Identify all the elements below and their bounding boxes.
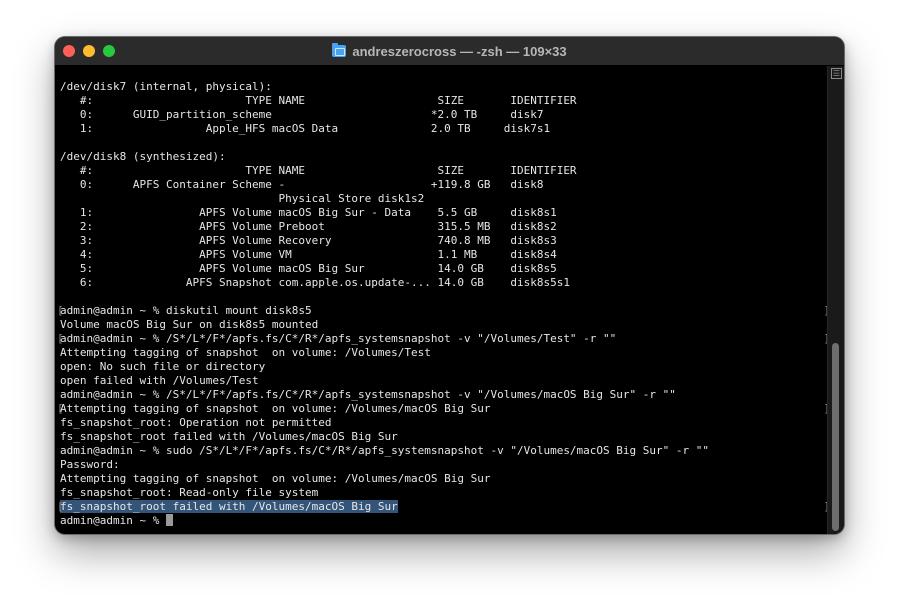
terminal-line: Volume macOS Big Sur on disk8s5 mounted [60, 318, 828, 332]
terminal-line: 4: APFS Volume VM 1.1 MB disk8s4 [60, 248, 828, 262]
terminal-line: /dev/disk7 (internal, physical): [60, 80, 828, 94]
terminal-line-text: Volume macOS Big Sur on disk8s5 mounted [60, 318, 319, 331]
text-cursor [165, 514, 173, 526]
terminal-line-text: 3: APFS Volume Recovery 740.8 MB disk8s3 [60, 234, 557, 247]
terminal-line: fs_snapshot_root: Operation not permitte… [60, 416, 828, 430]
terminal-line-text: admin@admin ~ % /S*/L*/F*/apfs.fs/C*/R*/… [60, 332, 617, 345]
terminal-line: 1: APFS Volume macOS Big Sur - Data 5.5 … [60, 206, 828, 220]
terminal-line-text: 5: APFS Volume macOS Big Sur 14.0 GB dis… [60, 262, 557, 275]
terminal-line: [fs_snapshot_root failed with /Volumes/m… [57, 500, 830, 514]
terminal-line-text: Attempting tagging of snapshot on volume… [60, 472, 491, 485]
terminal-line-text: /dev/disk8 (synthesized): [60, 150, 226, 163]
terminal-line: admin@admin ~ % [60, 514, 828, 528]
terminal-line-text: admin@admin ~ % sudo /S*/L*/F*/apfs.fs/C… [60, 444, 710, 457]
terminal-line: fs_snapshot_root: Read-only file system [60, 486, 828, 500]
terminal-line-text: 0: APFS Container Scheme - +119.8 GB dis… [60, 178, 544, 191]
terminal-line-text: Attempting tagging of snapshot on volume… [60, 346, 431, 359]
terminal-line-text: admin@admin ~ % [60, 514, 166, 527]
terminal-line-text: 4: APFS Volume VM 1.1 MB disk8s4 [60, 248, 557, 261]
terminal-line: [admin@admin ~ % /S*/L*/F*/apfs.fs/C*/R*… [57, 332, 830, 346]
scrollbar-thumb[interactable] [832, 343, 839, 531]
terminal-line-text: Physical Store disk1s2 [60, 192, 425, 205]
terminal-line: 5: APFS Volume macOS Big Sur 14.0 GB dis… [60, 262, 828, 276]
terminal-line-text: /dev/disk7 (internal, physical): [60, 80, 272, 93]
terminal-line: #: TYPE NAME SIZE IDENTIFIER [60, 94, 828, 108]
terminal-line-text: fs_snapshot_root: Read-only file system [60, 486, 319, 499]
terminal-line: [admin@admin ~ % diskutil mount disk8s5] [57, 304, 830, 318]
terminal-line: 2: APFS Volume Preboot 315.5 MB disk8s2 [60, 220, 828, 234]
terminal-line-text: #: TYPE NAME SIZE IDENTIFIER [60, 164, 577, 177]
terminal-line: fs_snapshot_root failed with /Volumes/ma… [60, 430, 828, 444]
terminal-line: #: TYPE NAME SIZE IDENTIFIER [60, 164, 828, 178]
terminal-line-text: fs_snapshot_root: Operation not permitte… [60, 416, 332, 429]
terminal-line-text: Password: [60, 458, 120, 471]
terminal-line: open failed with /Volumes/Test [60, 374, 828, 388]
terminal-line-text: fs_snapshot_root failed with /Volumes/ma… [60, 500, 398, 513]
terminal-line: Attempting tagging of snapshot on volume… [60, 472, 828, 486]
terminal-line: Attempting tagging of snapshot on volume… [60, 346, 828, 360]
terminal-line-text: open: No such file or directory [60, 360, 266, 373]
terminal-line: 6: APFS Snapshot com.apple.os.update-...… [60, 276, 828, 290]
terminal-line-text: 0: GUID_partition_scheme *2.0 TB disk7 [60, 108, 544, 121]
terminal-line: Password: [60, 458, 828, 472]
terminal-line-text: admin@admin ~ % /S*/L*/F*/apfs.fs/C*/R*/… [60, 388, 676, 401]
terminal-window: andreszerocross — -zsh — 109×33 /dev/dis… [55, 37, 844, 534]
terminal-line-text: 6: APFS Snapshot com.apple.os.update-...… [60, 276, 570, 289]
folder-icon [332, 43, 347, 57]
terminal-line-text: Attempting tagging of snapshot on volume… [60, 402, 491, 415]
terminal-output[interactable]: /dev/disk7 (internal, physical): #: TYPE… [55, 66, 830, 534]
terminal-line-text: #: TYPE NAME SIZE IDENTIFIER [60, 94, 577, 107]
terminal-line: [Attempting tagging of snapshot on volum… [57, 402, 830, 416]
window-title-group: andreszerocross — -zsh — 109×33 [55, 37, 844, 65]
mark-bracket-left: [ [57, 500, 64, 513]
terminal-line-text: open failed with /Volumes/Test [60, 374, 259, 387]
terminal-line: admin@admin ~ % sudo /S*/L*/F*/apfs.fs/C… [60, 444, 828, 458]
split-pane-icon[interactable]: ☰ [831, 68, 842, 79]
terminal-line: 0: GUID_partition_scheme *2.0 TB disk7 [60, 108, 828, 122]
title-bar[interactable]: andreszerocross — -zsh — 109×33 [55, 37, 844, 66]
mark-bracket-left: [ [57, 332, 64, 345]
terminal-line: 1: Apple_HFS macOS Data 2.0 TB disk7s1 [60, 122, 828, 136]
terminal-line: /dev/disk8 (synthesized): [60, 150, 828, 164]
terminal-line-text: fs_snapshot_root failed with /Volumes/ma… [60, 430, 398, 443]
terminal-line: 0: APFS Container Scheme - +119.8 GB dis… [60, 178, 828, 192]
mark-bracket-left: [ [57, 402, 64, 415]
terminal-line: open: No such file or directory [60, 360, 828, 374]
mark-bracket-left: [ [57, 304, 64, 317]
terminal-line-text: 1: Apple_HFS macOS Data 2.0 TB disk7s1 [60, 122, 551, 135]
terminal-line: admin@admin ~ % /S*/L*/F*/apfs.fs/C*/R*/… [60, 388, 828, 402]
terminal-line: 3: APFS Volume Recovery 740.8 MB disk8s3 [60, 234, 828, 248]
window-title: andreszerocross — -zsh — 109×33 [352, 43, 567, 59]
terminal-line-text: 2: APFS Volume Preboot 315.5 MB disk8s2 [60, 220, 557, 233]
terminal-line-text: 1: APFS Volume macOS Big Sur - Data 5.5 … [60, 206, 557, 219]
terminal-line-text: admin@admin ~ % diskutil mount disk8s5 [60, 304, 312, 317]
vertical-scrollbar[interactable]: ☰ [827, 66, 844, 534]
terminal-line: Physical Store disk1s2 [60, 192, 828, 206]
